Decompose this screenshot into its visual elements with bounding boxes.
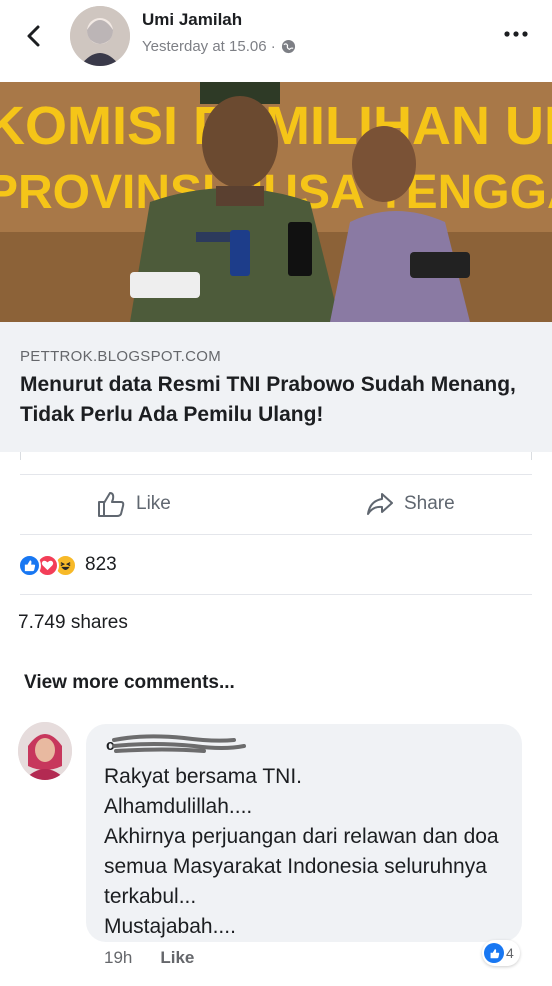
reaction-count: 823 bbox=[85, 554, 117, 575]
card-bottom-edge bbox=[20, 452, 532, 460]
post-photo[interactable]: KOMISI PEMILIHAN UMUM PROVINSI NUSA TENG… bbox=[0, 82, 552, 322]
comment-like-link[interactable]: Like bbox=[160, 948, 194, 968]
like-reaction-icon bbox=[484, 943, 504, 963]
redacted-commenter-name: c bbox=[106, 734, 246, 754]
comment-reaction-count: 4 bbox=[506, 945, 514, 961]
share-count[interactable]: 7.749 shares bbox=[18, 612, 128, 634]
post-header: Umi Jamilah Yesterday at 15.06 · bbox=[0, 0, 552, 82]
link-preview[interactable]: PETTROK.BLOGSPOT.COM Menurut data Resmi … bbox=[0, 322, 552, 452]
share-label: Share bbox=[404, 493, 455, 514]
divider bbox=[20, 594, 532, 595]
like-label: Like bbox=[136, 493, 171, 514]
divider bbox=[20, 474, 532, 475]
thumbs-up-icon bbox=[98, 492, 125, 517]
commenter-avatar[interactable] bbox=[18, 722, 72, 780]
view-more-comments-link[interactable]: View more comments... bbox=[24, 672, 235, 694]
comment-text: Rakyat bersama TNI. Alhamdulillah.... Ak… bbox=[104, 765, 499, 938]
like-button[interactable]: Like bbox=[96, 478, 171, 530]
post-meta: Yesterday at 15.06 · bbox=[142, 38, 296, 55]
comment-time: 19h bbox=[104, 948, 133, 967]
share-arrow-icon bbox=[367, 493, 393, 515]
author-name[interactable]: Umi Jamilah bbox=[142, 10, 242, 30]
link-title: Menurut data Resmi TNI Prabowo Sudah Men… bbox=[20, 373, 516, 426]
ellipsis-icon[interactable] bbox=[502, 24, 530, 44]
divider bbox=[20, 534, 532, 535]
globe-icon bbox=[281, 39, 295, 54]
comment-reaction-badge[interactable]: 4 bbox=[482, 940, 520, 966]
share-button[interactable]: Share bbox=[366, 478, 455, 530]
news-photo: KOMISI PEMILIHAN UMUM PROVINSI NUSA TENG… bbox=[0, 82, 552, 322]
comment-meta: 19h Like bbox=[104, 948, 194, 968]
link-domain: PETTROK.BLOGSPOT.COM bbox=[20, 348, 222, 365]
comment-bubble[interactable]: c Rakyat bersama TNI. Alhamdulillah.... … bbox=[86, 724, 522, 942]
post-timestamp[interactable]: Yesterday at 15.06 · bbox=[142, 38, 276, 55]
chevron-left-icon[interactable] bbox=[20, 22, 48, 50]
like-reaction-icon bbox=[18, 553, 41, 577]
author-avatar[interactable] bbox=[70, 6, 130, 66]
reaction-summary[interactable]: 823 bbox=[18, 550, 117, 580]
